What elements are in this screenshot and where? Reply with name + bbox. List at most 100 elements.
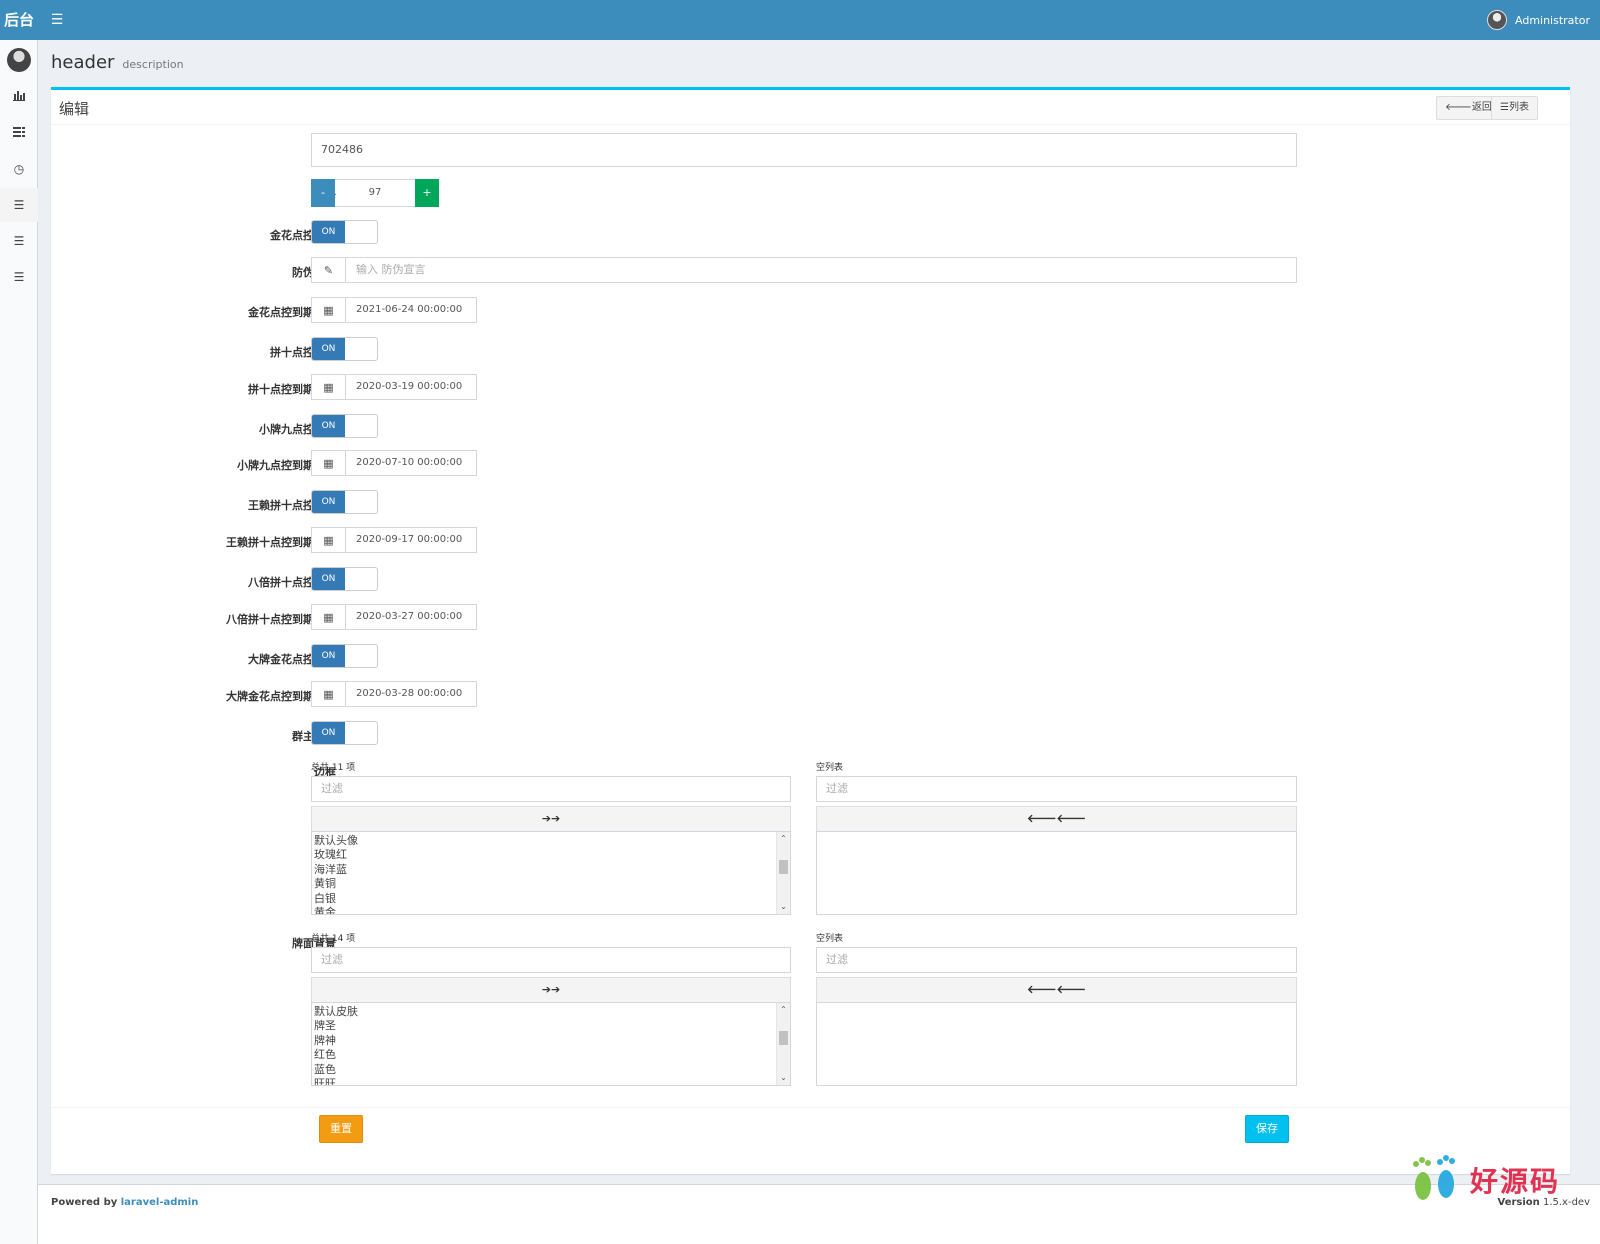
- id-label: ID: [51, 141, 336, 154]
- chevron-up-icon[interactable]: ⌃: [777, 832, 790, 846]
- border-selected-filter[interactable]: 过滤: [816, 776, 1297, 802]
- bg-move-all-right-button[interactable]: ➔➔: [311, 977, 791, 1003]
- qunzhu-switch[interactable]: ON: [311, 721, 378, 745]
- card-minus-button[interactable]: -: [311, 179, 335, 207]
- xiaopai-switch[interactable]: ON: [311, 414, 378, 438]
- calendar-icon: ▦: [312, 298, 346, 322]
- list-item[interactable]: 牌神: [312, 1034, 790, 1048]
- scroll-thumb[interactable]: [779, 860, 788, 874]
- sidebar-avatar: [7, 48, 31, 72]
- border-move-all-right-button[interactable]: ➔➔: [311, 806, 791, 832]
- sidebar-toggle-icon[interactable]: ☰: [48, 10, 66, 30]
- xiaopai-switch-label: 小牌九点控开关: [259, 423, 336, 436]
- menu-icon[interactable]: ☰: [0, 224, 38, 258]
- card-value-input[interactable]: 97: [335, 179, 415, 207]
- xiaopai-expire-input[interactable]: 2020-07-10 00:00:00: [346, 451, 472, 475]
- dapai-expire-label: 大牌金花点控到期时间: [226, 690, 336, 703]
- list-item[interactable]: 白银: [312, 892, 790, 906]
- xiaopai-expire-group: ▦ 2020-07-10 00:00:00: [311, 450, 477, 476]
- dapai-switch[interactable]: ON: [311, 644, 378, 668]
- babei-expire-input[interactable]: 2020-03-27 00:00:00: [346, 605, 472, 629]
- list-button[interactable]: ☰列表: [1491, 96, 1538, 120]
- list-item[interactable]: 海洋蓝: [312, 863, 790, 877]
- pinshi-switch-label: 拼十点控开关: [270, 346, 336, 359]
- reset-button[interactable]: 重置: [319, 1115, 363, 1143]
- border-selected-list[interactable]: [816, 831, 1297, 915]
- list-item[interactable]: 黄铜: [312, 877, 790, 891]
- bg-available-filter[interactable]: 过滤: [311, 947, 791, 973]
- jinhua-switch[interactable]: ON: [311, 220, 378, 244]
- wanglai-switch[interactable]: ON: [311, 490, 378, 514]
- jinhua-expire-input[interactable]: 2021-06-24 00:00:00: [346, 298, 472, 322]
- clock-icon[interactable]: ◷: [0, 152, 38, 186]
- user-menu[interactable]: Administrator: [1487, 9, 1590, 31]
- pinshi-switch[interactable]: ON: [311, 337, 378, 361]
- border-available-list[interactable]: 默认头像 玫瑰红 海洋蓝 黄铜 白银 黄金 ⌃ ⌄: [311, 831, 791, 915]
- footprint-logo-icon: [1406, 1150, 1464, 1210]
- list-item[interactable]: 黄金: [312, 906, 790, 914]
- chevron-down-icon[interactable]: ⌄: [777, 1071, 790, 1085]
- border-label: 边框: [314, 766, 336, 779]
- jinhua-expire-label: 金花点控到期时间: [248, 306, 336, 319]
- user-name: Administrator: [1515, 13, 1590, 27]
- border-move-all-left-button[interactable]: 🡐🡐: [816, 806, 1297, 832]
- border-total-caption: 总共 11 项: [311, 763, 356, 773]
- list-item[interactable]: 牌圣: [312, 1019, 790, 1033]
- border-empty-caption: 空列表: [816, 763, 844, 773]
- border-available-filter[interactable]: 过滤: [311, 776, 791, 802]
- bg-selected-list[interactable]: [816, 1002, 1297, 1086]
- calendar-icon: ▦: [312, 682, 346, 706]
- wanglai-expire-input[interactable]: 2020-09-17 00:00:00: [346, 528, 472, 552]
- card-plus-button[interactable]: +: [415, 179, 439, 207]
- slogan-input[interactable]: 输入 防伪宣言: [346, 258, 436, 282]
- bg-total-caption: 总共 14 项: [311, 934, 356, 944]
- list-item[interactable]: 旺旺: [312, 1077, 790, 1085]
- babei-switch-label: 八倍拼十点控开关: [248, 576, 336, 589]
- jinhua-expire-group: ▦ 2021-06-24 00:00:00: [311, 297, 477, 323]
- box-footer-divider: [51, 1107, 1570, 1108]
- tasks-icon[interactable]: [0, 116, 38, 150]
- watermark: 好源码: [1406, 1150, 1560, 1210]
- pinshi-expire-label: 拼十点控到期时间: [248, 383, 336, 396]
- menu-icon[interactable]: ☰: [0, 188, 38, 222]
- list-item[interactable]: 玫瑰红: [312, 848, 790, 862]
- list-item[interactable]: 红色: [312, 1048, 790, 1062]
- pinshi-expire-input[interactable]: 2020-03-19 00:00:00: [346, 375, 472, 399]
- bg-move-all-left-button[interactable]: 🡐🡐: [816, 977, 1297, 1003]
- list-item[interactable]: 默认头像: [312, 834, 790, 848]
- laravel-admin-link[interactable]: laravel-admin: [121, 1197, 199, 1208]
- page-description: description: [122, 58, 184, 71]
- babei-expire-label: 八倍拼十点控到期时间: [226, 613, 336, 626]
- menu-icon[interactable]: ☰: [0, 260, 38, 294]
- slogan-label: 防伪宣言: [51, 264, 336, 280]
- babei-switch[interactable]: ON: [311, 567, 378, 591]
- app-logo[interactable]: 后台: [0, 0, 38, 40]
- bar-chart-icon[interactable]: [0, 80, 38, 114]
- bg-available-list[interactable]: 默认皮肤 牌圣 牌神 红色 蓝色 旺旺 ⌃ ⌄: [311, 1002, 791, 1086]
- slogan-input-group: ✎ 输入 防伪宣言: [311, 257, 1297, 283]
- wanglai-expire-label: 王赖拼十点控到期时间: [226, 536, 336, 549]
- scroll-thumb[interactable]: [779, 1031, 788, 1045]
- dapai-expire-input[interactable]: 2020-03-28 00:00:00: [346, 682, 472, 706]
- list-item[interactable]: 蓝色: [312, 1063, 790, 1077]
- scrollbar[interactable]: ⌃ ⌄: [776, 1003, 790, 1085]
- dapai-expire-group: ▦ 2020-03-28 00:00:00: [311, 681, 477, 707]
- calendar-icon: ▦: [312, 375, 346, 399]
- bg-empty-caption: 空列表: [816, 934, 844, 944]
- scrollbar[interactable]: ⌃ ⌄: [776, 832, 790, 914]
- bg-selected-filter[interactable]: 过滤: [816, 947, 1297, 973]
- edit-form-box: 编辑 🡐返回 ☰列表 ID 702486 房卡 - 97 + 金花点控开关 ON…: [51, 87, 1570, 1174]
- content-header: header description: [51, 52, 184, 73]
- list-item[interactable]: 默认皮肤: [312, 1005, 790, 1019]
- jinhua-switch-label: 金花点控开关: [270, 229, 336, 242]
- babei-expire-group: ▦ 2020-03-27 00:00:00: [311, 604, 477, 630]
- xiaopai-expire-label: 小牌九点控到期时间: [237, 459, 336, 472]
- chevron-up-icon[interactable]: ⌃: [777, 1003, 790, 1017]
- arrow-left-icon: 🡐: [1445, 102, 1472, 113]
- bg-label: 牌面背景: [292, 937, 336, 950]
- id-input[interactable]: 702486: [311, 133, 1297, 167]
- wanglai-switch-label: 王赖拼十点控开关: [248, 499, 336, 512]
- save-button[interactable]: 保存: [1245, 1115, 1289, 1143]
- chevron-down-icon[interactable]: ⌄: [777, 900, 790, 914]
- card-stepper: - 97 +: [311, 179, 439, 207]
